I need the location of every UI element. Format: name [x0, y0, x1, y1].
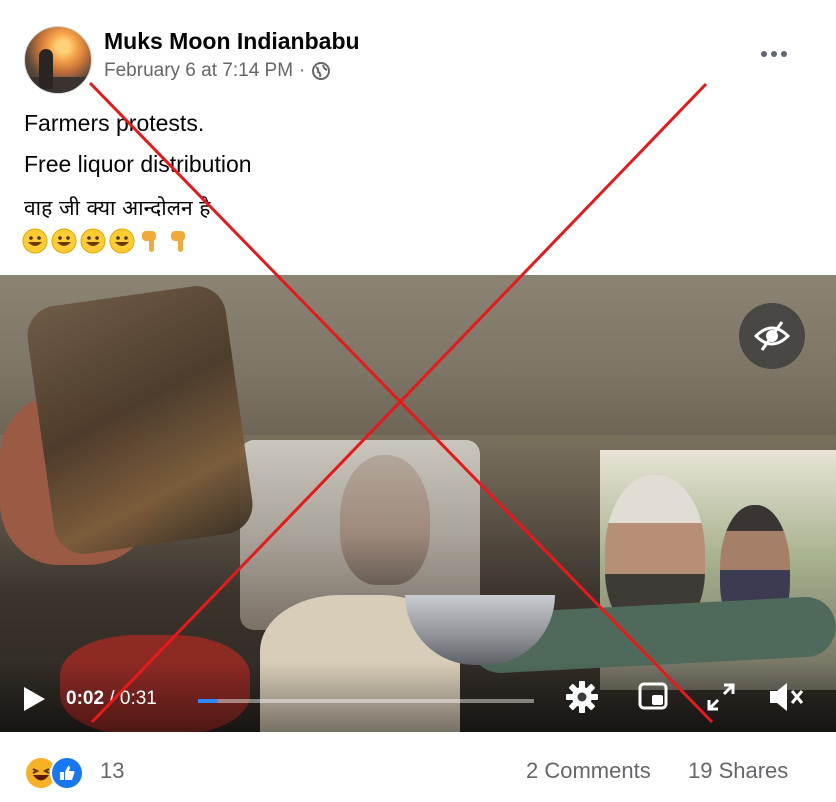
meta-separator: · — [299, 60, 306, 81]
time-separator: / — [104, 688, 120, 709]
video-progress-bar[interactable] — [198, 699, 534, 703]
post-text-line-3: वाह जी क्या आन्दोलन है — [24, 196, 211, 220]
settings-icon[interactable] — [565, 680, 599, 714]
post-text-line-2: Free liquor distribution — [24, 151, 252, 177]
picture-in-picture-icon[interactable] — [638, 682, 668, 710]
muted-icon[interactable] — [768, 680, 804, 714]
more-options-icon[interactable] — [756, 44, 792, 64]
grinning-face-emoji — [51, 228, 77, 254]
post-meta: February 6 at 7:14 PM · — [104, 60, 331, 82]
video-frame-person — [340, 455, 430, 585]
video-controls-bar: 0:02 / 0:31 — [0, 662, 836, 732]
reaction-count[interactable]: 13 — [100, 758, 124, 784]
play-icon[interactable] — [22, 686, 46, 712]
reactions-summary[interactable] — [24, 756, 84, 790]
like-reaction-icon — [50, 756, 84, 790]
globe-icon[interactable] — [311, 61, 331, 81]
shares-count[interactable]: 19 Shares — [688, 758, 788, 784]
emoji-row — [22, 228, 193, 254]
fullscreen-icon[interactable] — [706, 682, 736, 712]
backhand-pointing-down-emoji — [171, 231, 185, 252]
backhand-pointing-down-emoji — [142, 231, 156, 252]
current-time: 0:02 — [66, 688, 105, 709]
duration: 0:31 — [119, 688, 157, 709]
video-progress-fill — [198, 699, 219, 703]
author-avatar[interactable] — [24, 26, 92, 94]
grinning-face-emoji — [109, 228, 135, 254]
comments-count[interactable]: 2 Comments — [526, 758, 651, 784]
facebook-post: Muks Moon Indianbabu February 6 at 7:14 … — [0, 0, 836, 802]
video-frame-jar — [23, 282, 257, 558]
author-name[interactable]: Muks Moon Indianbabu — [104, 28, 360, 55]
hide-eye-icon[interactable] — [739, 303, 805, 369]
post-date[interactable]: February 6 at 7:14 PM — [104, 60, 293, 82]
video-time: 0:02 / 0:31 — [66, 688, 157, 710]
grinning-face-emoji — [22, 228, 48, 254]
grinning-face-emoji — [80, 228, 106, 254]
video-player[interactable]: 0:02 / 0:31 — [0, 275, 836, 732]
post-text-line-1: Farmers protests. — [24, 110, 205, 136]
